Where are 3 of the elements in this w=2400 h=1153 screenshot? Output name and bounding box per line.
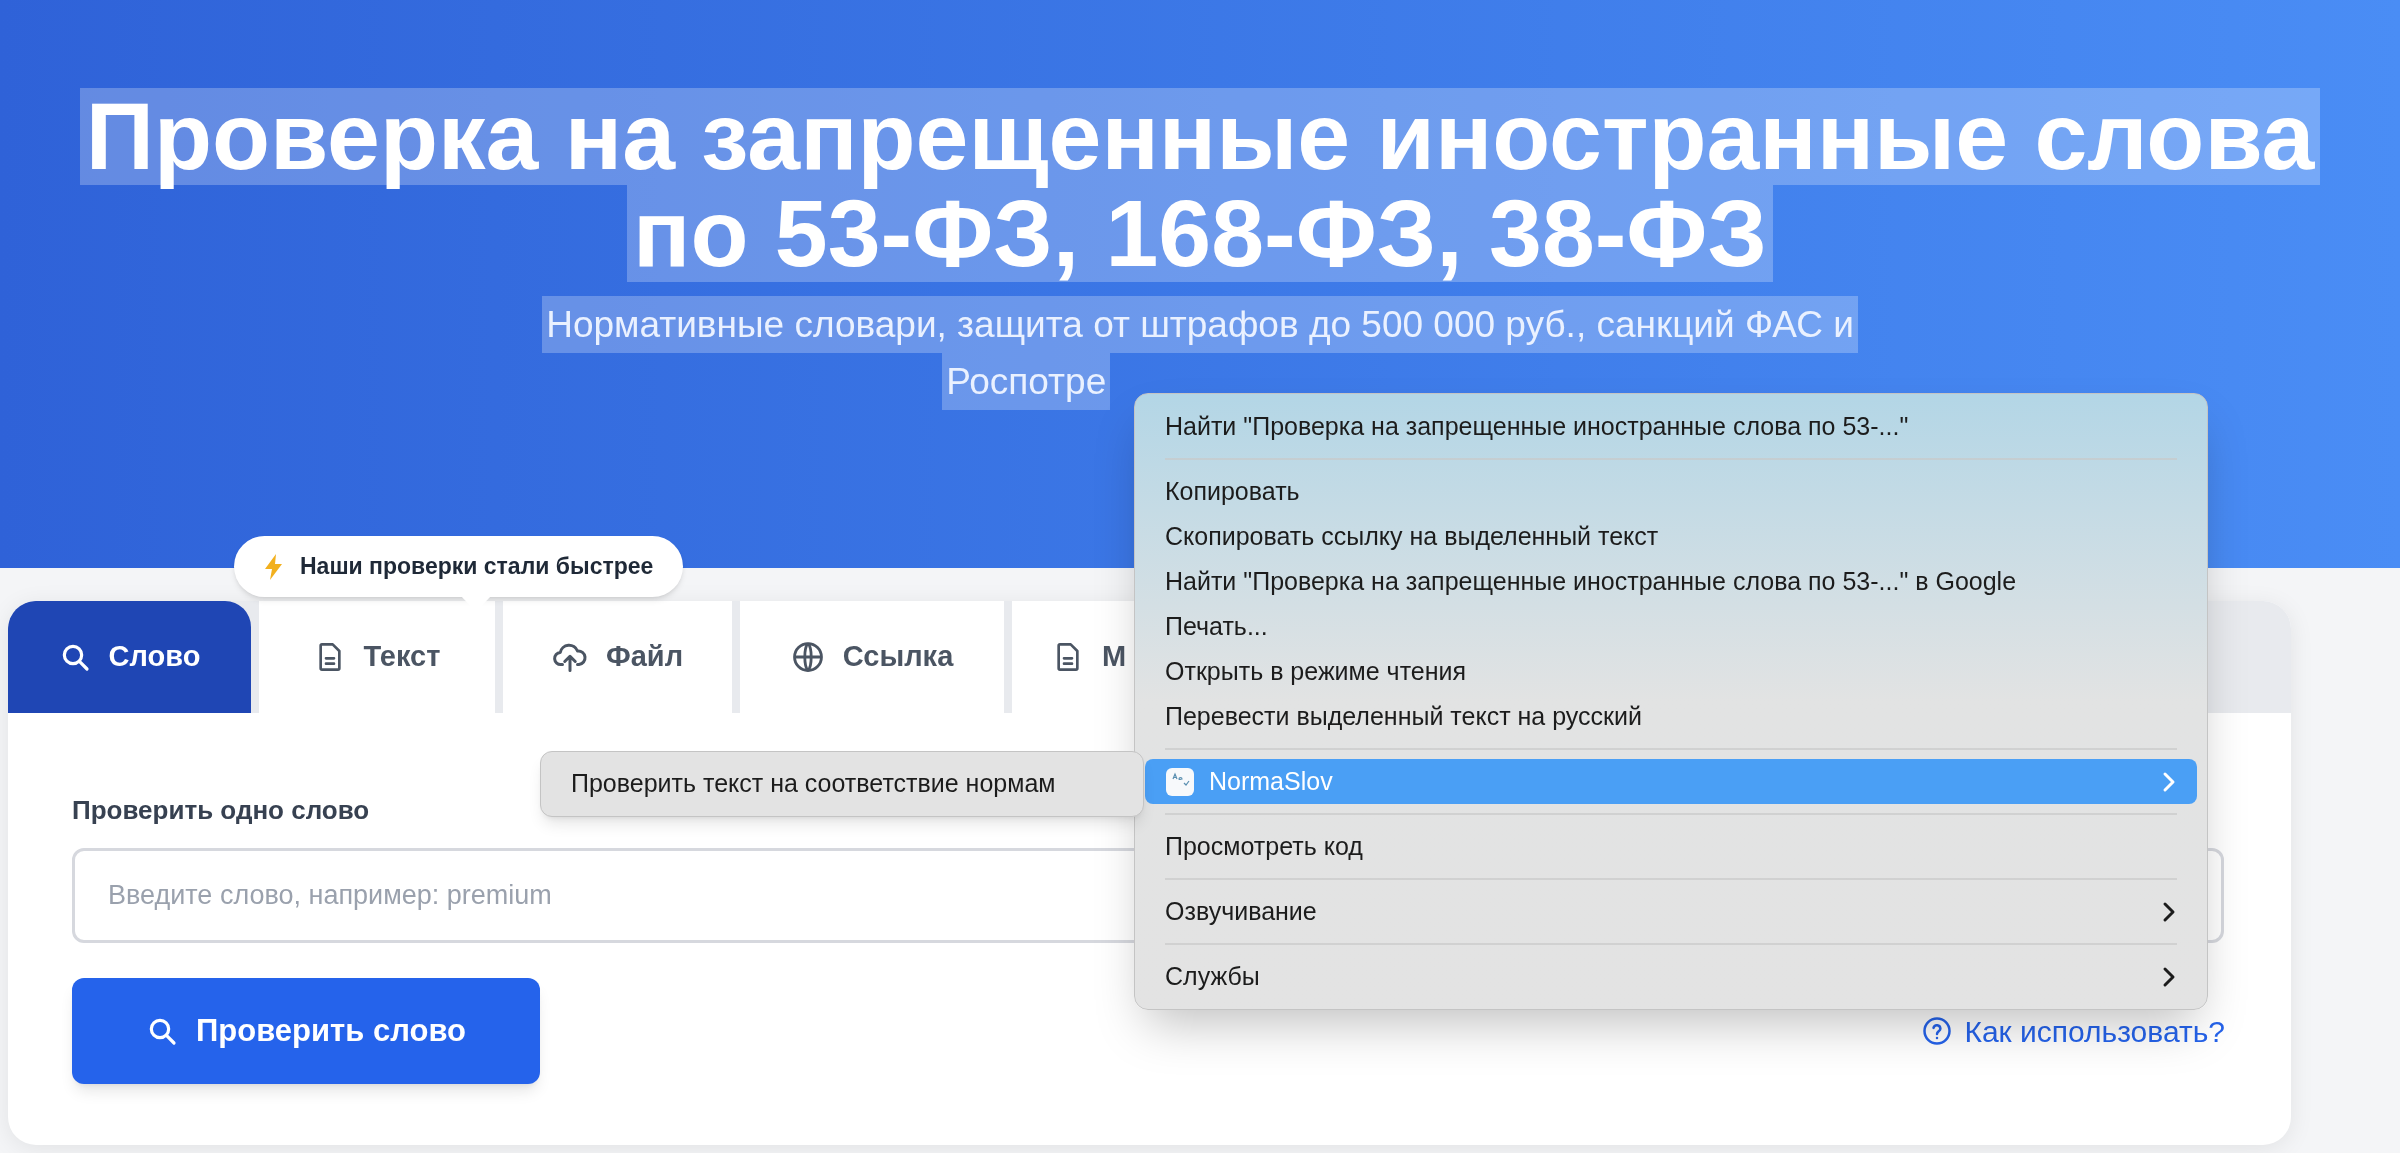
field-label: Проверить одно слово: [72, 794, 371, 827]
hero-subtitle: Роспотре: [942, 353, 1111, 410]
hero-subtitle: Нормативные словари, защита от штрафов до 500 000 руб., санкций ФАС и: [542, 296, 1858, 353]
